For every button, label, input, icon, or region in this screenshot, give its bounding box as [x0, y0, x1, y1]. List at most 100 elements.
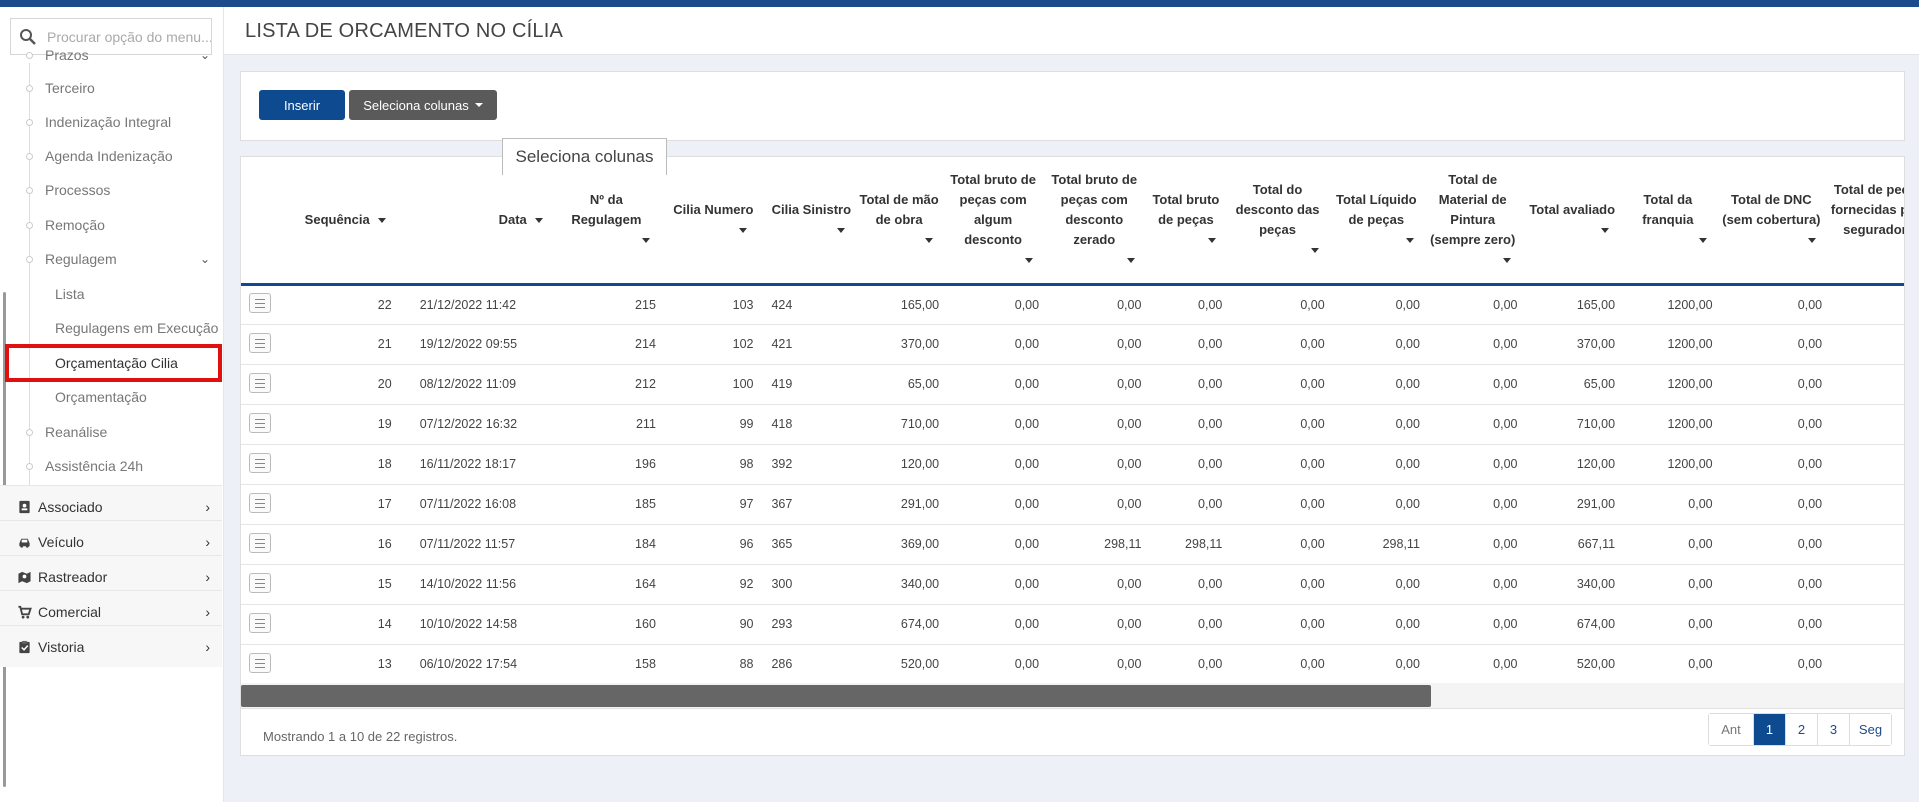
page-title: LISTA DE ORCAMENTO NO CÍLIA — [245, 20, 564, 42]
chevron-right-icon: › — [205, 533, 210, 550]
sidebar-item[interactable]: Orçamentação — [0, 378, 222, 416]
pagination-prev[interactable]: Ant — [1709, 714, 1753, 745]
sort-caret-icon[interactable] — [925, 237, 934, 243]
column-header[interactable]: Total bruto de peças com desconto zerado — [1043, 157, 1146, 286]
row-menu-icon[interactable] — [249, 452, 271, 473]
column-header[interactable]: Total avaliado — [1521, 157, 1620, 286]
table-cell: 291,00 — [1521, 484, 1620, 525]
table-cell: 185 — [552, 484, 660, 525]
column-header[interactable]: Total da franquia — [1619, 157, 1717, 286]
insert-button[interactable]: Inserir — [259, 90, 345, 120]
column-header[interactable]: Total Líquido de peças — [1328, 157, 1424, 286]
select-columns-button[interactable]: Seleciona colunas — [349, 90, 497, 120]
chevron-right-icon: › — [205, 568, 210, 585]
column-header-label: Total da franquia — [1642, 191, 1694, 227]
sidebar-item[interactable]: Assistência 24h — [0, 447, 222, 485]
column-header[interactable]: Nº da Regulagem — [552, 157, 660, 286]
column-header[interactable]: Cilia Sinistro — [757, 157, 856, 286]
budget-table: Sequência Data Nº da Regulagem Cilia Numero… — [241, 157, 1904, 685]
clipboard-icon — [19, 640, 30, 654]
row-menu-icon[interactable] — [249, 572, 271, 593]
sort-caret-icon[interactable] — [1601, 227, 1610, 233]
sort-caret-icon[interactable] — [1310, 247, 1319, 253]
sort-caret-icon[interactable] — [1127, 257, 1136, 263]
sidebar-item[interactable]: Indenização Integral — [0, 103, 222, 141]
table-cell: 96 — [659, 524, 758, 565]
sidebar-item-label: Regulagem — [45, 251, 117, 267]
sidebar-item[interactable]: Regulagem ⌄ — [0, 240, 222, 278]
column-header[interactable]: Total bruto de peças — [1145, 157, 1227, 286]
sort-caret-icon[interactable] — [1698, 237, 1707, 243]
table-cell: 0,00 — [1328, 444, 1424, 485]
table-cell: 196 — [552, 444, 660, 485]
sort-caret-icon[interactable] — [1503, 257, 1512, 263]
column-header[interactable]: Total de DNC (sem cobertura) — [1716, 157, 1827, 286]
sort-caret-icon[interactable] — [377, 217, 386, 223]
sidebar-item[interactable]: Lista — [0, 275, 222, 313]
horizontal-scroll-thumb[interactable] — [241, 685, 1431, 707]
table-cell: 0,00 — [1716, 284, 1827, 325]
table-cell: 392 — [757, 444, 856, 485]
row-menu-icon[interactable] — [249, 612, 271, 633]
pagination-page[interactable]: 2 — [1785, 714, 1817, 745]
table-cell: 19/12/2022 09:55 — [395, 324, 553, 365]
column-header[interactable]: Data — [395, 157, 553, 286]
sidebar-item[interactable]: Agenda Indenização — [0, 137, 222, 175]
sidebar-item[interactable]: Remoção — [0, 206, 222, 244]
row-menu-icon[interactable] — [249, 532, 271, 553]
table-cell: 0,00 — [943, 324, 1044, 365]
row-menu-icon[interactable] — [249, 332, 271, 353]
table-cell: 0,00 — [1226, 644, 1329, 685]
table-cell: 0,00 — [1145, 444, 1227, 485]
column-header[interactable]: Total de peças fornecidas pela segurador… — [1826, 157, 1904, 286]
column-header[interactable]: Total de mão de obra — [855, 157, 944, 286]
column-header[interactable]: Total de Material de Pintura (sempre zer… — [1423, 157, 1522, 286]
row-menu-icon[interactable] — [249, 652, 271, 673]
sort-caret-icon[interactable] — [1025, 257, 1034, 263]
sidebar-item[interactable]: Orçamentação Cilia — [5, 344, 222, 382]
sort-caret-icon[interactable] — [837, 227, 846, 233]
table-cell: 0,00 — [1716, 604, 1827, 645]
table-cell: 520,00 — [1521, 644, 1620, 685]
sidebar-item-label: Remoção — [45, 217, 105, 233]
sort-caret-icon[interactable] — [534, 217, 543, 223]
table-cell: 1200,00 — [1619, 324, 1717, 365]
table-cell: 18 — [290, 444, 396, 485]
sidebar-item-label: Processos — [45, 182, 111, 198]
sort-caret-icon[interactable] — [1208, 237, 1217, 243]
column-header[interactable]: Cilia Numero — [659, 157, 758, 286]
table-cell: 0,00 — [1423, 284, 1522, 325]
column-header[interactable]: Sequência — [290, 157, 396, 286]
column-header-label: Total bruto de peças com desconto zerado — [1051, 171, 1138, 247]
table-cell: 10/10/2022 14:58 — [395, 604, 553, 645]
table-cell: 1200,00 — [1619, 404, 1717, 445]
table-cell: 06/10/2022 17:54 — [395, 644, 553, 685]
table-cell: 215 — [552, 284, 660, 325]
column-header[interactable]: Total do desconto das peças — [1226, 157, 1329, 286]
column-header[interactable]: Total bruto de peças com algum desconto — [943, 157, 1044, 286]
table-cell: 0,00 — [1043, 364, 1146, 405]
pagination-page[interactable]: 1 — [1753, 714, 1785, 745]
sort-caret-icon[interactable] — [739, 227, 748, 233]
sidebar-section-vistoria[interactable]: Vistoria › — [0, 625, 222, 667]
table-cell: 367 — [757, 484, 856, 525]
sidebar-item[interactable]: Processos — [0, 171, 222, 209]
sort-caret-icon[interactable] — [1405, 237, 1414, 243]
sidebar-item[interactable]: Terceiro — [0, 69, 222, 107]
sort-caret-icon[interactable] — [1808, 237, 1817, 243]
pagination-next[interactable]: Seg — [1849, 714, 1891, 745]
row-menu-icon[interactable] — [249, 293, 271, 313]
sort-caret-icon[interactable] — [641, 237, 650, 243]
table-row: 22 21/12/2022 11:42 215 103 424 165,00 0,00 0,0… — [241, 284, 1904, 325]
table-cell: 0,00 — [1716, 564, 1827, 605]
table-cell: 0,00 — [1328, 484, 1424, 525]
row-menu-icon[interactable] — [249, 492, 271, 513]
sidebar-item[interactable]: Regulagens em Execução — [0, 309, 222, 347]
table-cell: 0,0 — [1826, 484, 1904, 525]
table-cell: 21 — [290, 324, 396, 365]
pagination-page[interactable]: 3 — [1817, 714, 1849, 745]
row-menu-icon[interactable] — [249, 412, 271, 433]
sidebar-item[interactable]: Reanálise — [0, 413, 222, 451]
table-cell: 19 — [290, 404, 396, 445]
row-menu-icon[interactable] — [249, 372, 271, 393]
